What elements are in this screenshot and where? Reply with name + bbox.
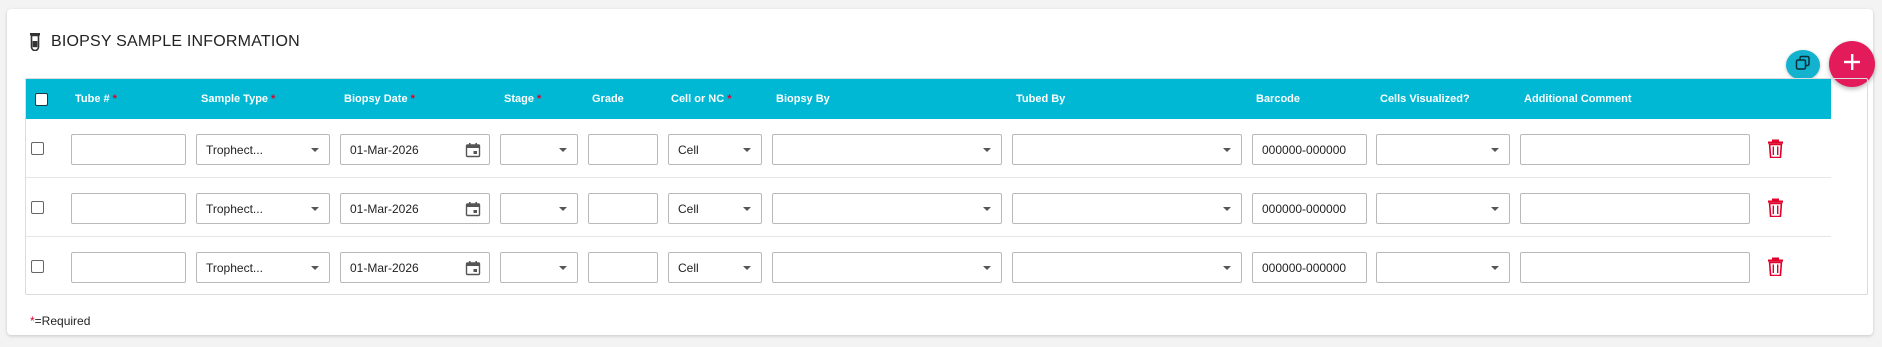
chevron-down-icon — [1223, 148, 1231, 152]
chevron-down-icon — [983, 148, 991, 152]
sample-type-select[interactable]: Trophect... — [196, 193, 330, 224]
col-header-tube: Tube # * — [75, 93, 117, 105]
cell-or-nc-select[interactable]: Cell — [668, 134, 762, 165]
delete-row-icon[interactable] — [1767, 139, 1784, 159]
table-row: Trophect... 01-Mar-2026 Cell 000000-0000… — [26, 178, 1831, 237]
chevron-down-icon — [559, 207, 567, 211]
sample-table: Tube # * Sample Type * Biopsy Date * Stage *… — [25, 78, 1868, 295]
chevron-down-icon — [559, 266, 567, 270]
biopsy-date-input[interactable]: 01-Mar-2026 — [340, 193, 490, 224]
plus-icon — [1842, 52, 1862, 77]
sample-type-select[interactable]: Trophect... — [196, 252, 330, 283]
grade-input[interactable] — [588, 193, 658, 224]
section-header: BIOPSY SAMPLE INFORMATION — [29, 33, 300, 52]
col-header-sample-type: Sample Type * — [201, 93, 276, 105]
chevron-down-icon — [983, 266, 991, 270]
grade-input[interactable] — [588, 252, 658, 283]
chevron-down-icon — [1491, 148, 1499, 152]
barcode-input[interactable]: 000000-000000 — [1252, 252, 1367, 283]
chevron-down-icon — [311, 266, 319, 270]
col-header-stage: Stage * — [504, 93, 542, 105]
col-header-biopsy-date: Biopsy Date * — [344, 93, 415, 105]
chevron-down-icon — [311, 148, 319, 152]
grade-input[interactable] — [588, 134, 658, 165]
biopsy-by-select[interactable] — [772, 134, 1002, 165]
barcode-input[interactable]: 000000-000000 — [1252, 193, 1367, 224]
biopsy-date-input[interactable]: 01-Mar-2026 — [340, 252, 490, 283]
chevron-down-icon — [743, 148, 751, 152]
chevron-down-icon — [311, 207, 319, 211]
additional-comment-input[interactable] — [1520, 134, 1750, 165]
biopsy-by-select[interactable] — [772, 252, 1002, 283]
biopsy-sample-card: BIOPSY SAMPLE INFORMATION Tube # * Sample… — [7, 9, 1875, 335]
chevron-down-icon — [559, 148, 567, 152]
table-row: Trophect... 01-Mar-2026 Cell 000000-0000… — [26, 237, 1831, 296]
stage-select[interactable] — [500, 134, 578, 165]
col-header-cell-or-nc: Cell or NC * — [671, 93, 732, 105]
cell-or-nc-select[interactable]: Cell — [668, 252, 762, 283]
row-checkbox[interactable] — [31, 201, 44, 214]
cells-visualized-select[interactable] — [1376, 193, 1510, 224]
chevron-down-icon — [1223, 207, 1231, 211]
biopsy-date-input[interactable]: 01-Mar-2026 — [340, 134, 490, 165]
chevron-down-icon — [1491, 266, 1499, 270]
cells-visualized-select[interactable] — [1376, 134, 1510, 165]
table-row: Trophect... 01-Mar-2026 Cell 000000-0000… — [26, 119, 1831, 178]
row-checkbox[interactable] — [31, 260, 44, 273]
tube-input[interactable] — [71, 252, 186, 283]
sample-type-select[interactable]: Trophect... — [196, 134, 330, 165]
tubed-by-select[interactable] — [1012, 193, 1242, 224]
tubed-by-select[interactable] — [1012, 252, 1242, 283]
col-header-cells-visualized: Cells Visualized? — [1380, 93, 1470, 105]
tube-input[interactable] — [71, 134, 186, 165]
tube-input[interactable] — [71, 193, 186, 224]
cell-or-nc-select[interactable]: Cell — [668, 193, 762, 224]
stage-select[interactable] — [500, 193, 578, 224]
additional-comment-input[interactable] — [1520, 193, 1750, 224]
copy-rows-button[interactable] — [1786, 50, 1820, 80]
row-checkbox[interactable] — [31, 142, 44, 155]
table-header: Tube # * Sample Type * Biopsy Date * Stage *… — [26, 79, 1831, 119]
stage-select[interactable] — [500, 252, 578, 283]
chevron-down-icon — [1491, 207, 1499, 211]
biopsy-by-select[interactable] — [772, 193, 1002, 224]
barcode-input[interactable]: 000000-000000 — [1252, 134, 1367, 165]
calendar-icon[interactable] — [465, 201, 481, 217]
required-legend: *=Required — [30, 314, 91, 328]
chevron-down-icon — [1223, 266, 1231, 270]
chevron-down-icon — [983, 207, 991, 211]
select-all-checkbox[interactable] — [35, 93, 48, 106]
col-header-additional-comment: Additional Comment — [1524, 93, 1632, 105]
delete-row-icon[interactable] — [1767, 257, 1784, 277]
calendar-icon[interactable] — [465, 260, 481, 276]
col-header-biopsy-by: Biopsy By — [776, 93, 830, 105]
delete-row-icon[interactable] — [1767, 198, 1784, 218]
test-tube-icon — [29, 33, 41, 52]
tubed-by-select[interactable] — [1012, 134, 1242, 165]
chevron-down-icon — [743, 207, 751, 211]
calendar-icon[interactable] — [465, 142, 481, 158]
chevron-down-icon — [743, 266, 751, 270]
col-header-barcode: Barcode — [1256, 93, 1301, 105]
col-header-tubed-by: Tubed By — [1016, 93, 1066, 105]
section-title: BIOPSY SAMPLE INFORMATION — [51, 33, 300, 50]
col-header-grade: Grade — [592, 93, 624, 105]
cells-visualized-select[interactable] — [1376, 252, 1510, 283]
copy-icon — [1795, 55, 1811, 76]
additional-comment-input[interactable] — [1520, 252, 1750, 283]
